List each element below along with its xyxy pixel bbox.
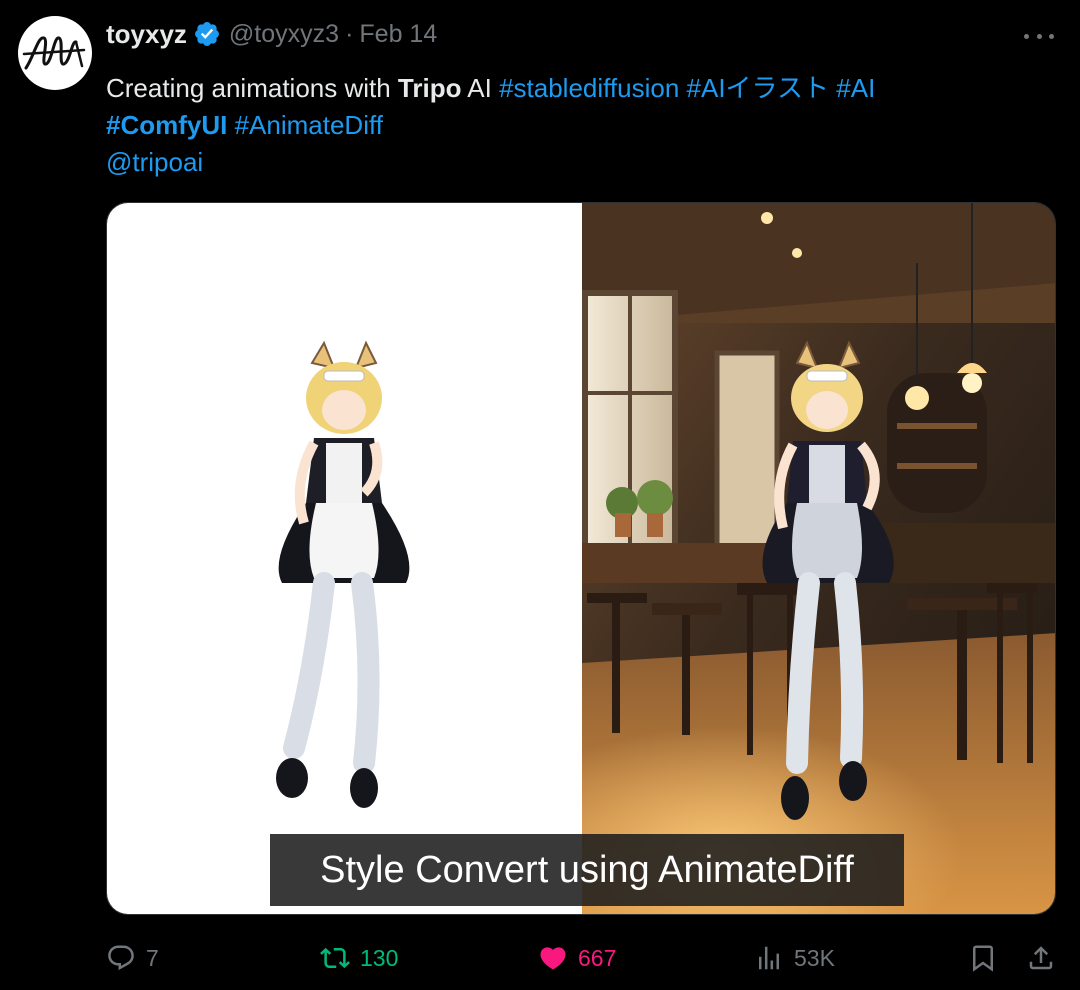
dot xyxy=(1024,33,1029,39)
tweet-action-bar: 7 130 667 53K xyxy=(0,935,1080,981)
bar-chart-icon xyxy=(759,946,779,970)
reply-count: 7 xyxy=(146,944,159,971)
share-button[interactable] xyxy=(1026,935,1056,981)
hashtag-ai-illust[interactable]: #AIイラスト xyxy=(687,73,830,103)
repost-button[interactable]: 130 xyxy=(320,935,398,981)
mention-tripoai[interactable]: @tripoai xyxy=(106,147,203,177)
like-count: 667 xyxy=(578,944,617,971)
dot xyxy=(1036,33,1042,39)
reply-button[interactable]: 7 xyxy=(106,935,159,981)
author-avatar[interactable] xyxy=(18,16,92,90)
text-segment: AI xyxy=(461,73,500,103)
tweet-text: Creating animations with Tripo AI #stabl… xyxy=(106,70,1046,181)
hashtag-comfyui[interactable]: #ComfyUI xyxy=(106,110,227,140)
verified-badge-icon[interactable] xyxy=(193,20,221,48)
views-button[interactable]: 53K xyxy=(754,935,835,981)
author-handle[interactable]: @toyxyz3 xyxy=(229,20,339,49)
dot xyxy=(1049,33,1054,39)
video-frame xyxy=(107,203,1055,914)
hashtag-stablediffusion[interactable]: #stablediffusion xyxy=(499,73,679,103)
tweet-text-line-3: @tripoai xyxy=(106,144,1046,181)
text-bold-tripo: Tripo xyxy=(397,73,462,103)
tweet-date[interactable]: Feb 14 xyxy=(359,20,437,49)
tweet-card: toyxyz @toyxyz3 · Feb 14 Creating animat… xyxy=(0,0,1080,990)
video-caption: Style Convert using AnimateDiff xyxy=(320,848,854,891)
tweet-header: toyxyz @toyxyz3 · Feb 14 xyxy=(106,18,437,50)
like-button[interactable]: 667 xyxy=(538,935,616,981)
author-display-name[interactable]: toyxyz xyxy=(106,19,187,50)
signature-logo-icon xyxy=(22,36,86,70)
hashtag-ai[interactable]: #AI xyxy=(836,73,875,103)
bookmark-icon xyxy=(973,945,993,972)
repost-arrows-icon xyxy=(320,947,350,969)
header-separator: · xyxy=(345,19,354,48)
reply-bubble-icon xyxy=(108,945,134,971)
hashtag-animatediff[interactable]: #AnimateDiff xyxy=(235,110,383,140)
text-segment: Creating animations with xyxy=(106,73,398,103)
more-dots-icon[interactable] xyxy=(1024,30,1054,42)
video-caption-box: Style Convert using AnimateDiff xyxy=(270,834,904,906)
tweet-text-line-2: #ComfyUI #AnimateDiff xyxy=(106,107,1046,144)
share-upload-icon xyxy=(1029,946,1053,970)
bookmark-button[interactable] xyxy=(968,935,998,981)
tweet-media-video[interactable]: Style Convert using AnimateDiff xyxy=(106,202,1056,915)
repost-count: 130 xyxy=(360,944,399,971)
heart-icon xyxy=(540,947,566,970)
views-count: 53K xyxy=(794,944,835,971)
tweet-text-line-1: Creating animations with Tripo AI #stabl… xyxy=(106,70,1046,107)
